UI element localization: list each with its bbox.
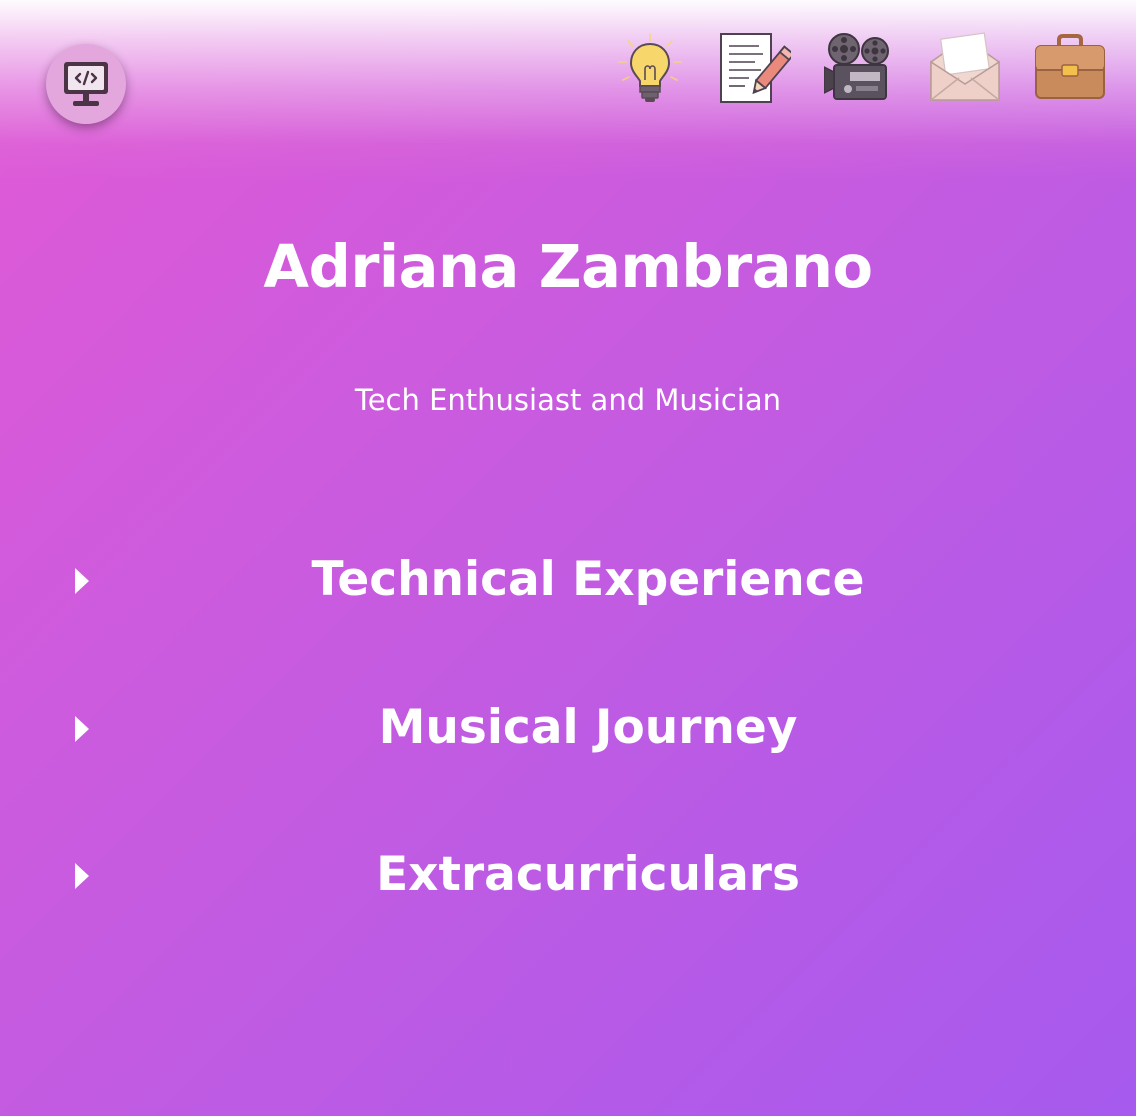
page-subtitle: Tech Enthusiast and Musician	[354, 383, 782, 417]
section-musical-journey[interactable]: Musical Journey	[0, 693, 1136, 763]
nav-contact-button[interactable]	[929, 32, 1001, 104]
section-label: Technical Experience	[311, 552, 865, 607]
home-logo-button[interactable]	[46, 44, 126, 124]
page-title: Adriana Zambrano	[263, 232, 873, 301]
nav-portfolio-button[interactable]	[1034, 32, 1106, 104]
header-nav	[614, 32, 1106, 104]
briefcase-icon	[1035, 34, 1105, 99]
nav-blog-button[interactable]	[719, 32, 791, 104]
section-extracurriculars[interactable]: Extracurriculars	[0, 840, 1136, 910]
film-camera-icon	[824, 33, 889, 100]
section-technical-experience[interactable]: Technical Experience	[0, 545, 1136, 615]
envelope-icon	[930, 32, 1000, 101]
nav-ideas-button[interactable]	[614, 32, 686, 104]
section-label: Musical Journey	[378, 700, 798, 755]
monitor-code-icon	[64, 62, 108, 106]
lightbulb-icon	[618, 33, 682, 102]
notepad-pencil-icon	[720, 33, 791, 103]
nav-media-button[interactable]	[824, 32, 896, 104]
section-label: Extracurriculars	[376, 847, 800, 902]
